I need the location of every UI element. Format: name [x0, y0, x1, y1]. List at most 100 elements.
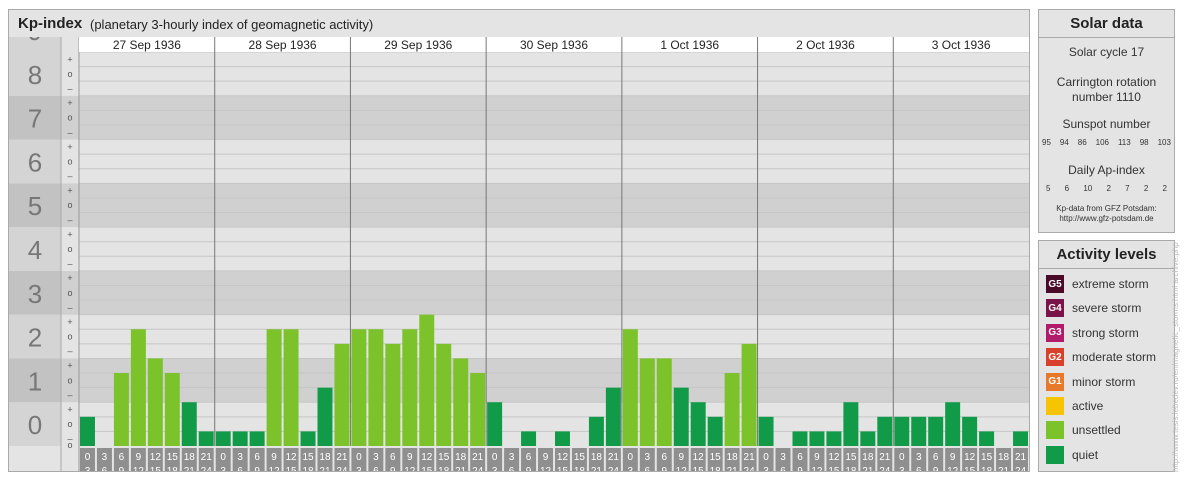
sunspot-value: 106	[1095, 138, 1109, 147]
kp-bar	[622, 329, 638, 446]
interval-start: 3	[509, 452, 515, 463]
interval-start: 18	[862, 452, 874, 463]
kp-bar	[368, 329, 384, 446]
interval-end: 18	[981, 466, 993, 471]
kp-bar	[690, 402, 706, 446]
y-tick-label: 3	[28, 279, 42, 309]
interval-start: 21	[744, 452, 756, 463]
watermark: http://www.tesis.lebedev.ru/en/magnetic_…	[1171, 242, 1180, 472]
interval-end: 6	[916, 466, 922, 471]
y-tick-label: 6	[28, 147, 42, 177]
kp-bar	[605, 387, 621, 446]
interval-start: 6	[119, 452, 125, 463]
kp-bar	[673, 387, 689, 446]
chart-subtitle: (planetary 3-hourly index of geomagnetic…	[90, 17, 374, 32]
kp-bar	[266, 329, 282, 446]
interval-start: 9	[814, 452, 820, 463]
interval-start: 18	[727, 452, 739, 463]
kp-bar	[877, 416, 893, 446]
interval-start: 15	[981, 452, 993, 463]
interval-end: 24	[744, 466, 756, 471]
minor-mark: –	[67, 215, 72, 225]
interval-start: 0	[356, 452, 362, 463]
interval-start: 21	[201, 452, 213, 463]
kp-bar	[1013, 431, 1028, 446]
interval-end: 6	[373, 466, 379, 471]
interval-start: 6	[797, 452, 803, 463]
kp-bar	[317, 387, 333, 446]
interval-end: 12	[540, 466, 552, 471]
kp-band	[61, 270, 1029, 315]
activity-level-active: active	[1046, 396, 1103, 416]
day-label: 29 Sep 1936	[384, 38, 452, 52]
y-tick-label: 9	[28, 37, 42, 46]
ap-value: 7	[1125, 184, 1130, 193]
minor-mark: +	[67, 229, 72, 239]
interval-start: 15	[438, 452, 450, 463]
interval-start: 3	[237, 452, 243, 463]
interval-end: 15	[964, 466, 976, 471]
interval-end: 9	[526, 466, 532, 471]
interval-end: 24	[336, 466, 348, 471]
interval-start: 6	[933, 452, 939, 463]
level-label: strong storm	[1072, 325, 1139, 340]
interval-start: 21	[336, 452, 348, 463]
level-swatch: G2	[1046, 348, 1064, 367]
interval-end: 21	[727, 466, 739, 471]
interval-start: 21	[879, 452, 891, 463]
interval-end: 6	[237, 466, 243, 471]
kp-bar	[809, 431, 825, 446]
minor-mark: +	[67, 405, 72, 415]
ap-numbers: 5 6 10 2 7 2 2	[1046, 184, 1167, 193]
interval-end: 21	[998, 466, 1010, 471]
kp-bar	[300, 431, 316, 446]
interval-end: 21	[455, 466, 467, 471]
interval-start: 9	[678, 452, 684, 463]
kp-bar-chart: 0123456789–o+–o+–o+–o+–o+–o+–o+–o+–o+o27…	[9, 37, 1029, 471]
interval-end: 12	[404, 466, 416, 471]
interval-end: 24	[1015, 466, 1027, 471]
y-tick-label: 4	[28, 235, 42, 265]
level-label: extreme storm	[1072, 277, 1149, 291]
kp-bar	[470, 373, 486, 446]
y-tick-label: 7	[28, 104, 42, 134]
interval-end: 9	[933, 466, 939, 471]
credit-line-2: http://www.gfz-potsdam.de	[1059, 214, 1154, 223]
interval-start: 21	[1015, 452, 1027, 463]
kp-band	[61, 314, 1029, 359]
interval-end: 6	[102, 466, 108, 471]
kp-bar	[436, 343, 452, 446]
solar-data-title: Solar data	[1039, 10, 1174, 38]
interval-end: 21	[319, 466, 331, 471]
interval-end: 15	[693, 466, 705, 471]
interval-start: 0	[899, 452, 905, 463]
ap-label: Daily Ap-index	[1068, 163, 1145, 177]
interval-end: 3	[763, 466, 769, 471]
kp-bar	[707, 416, 723, 446]
interval-end: 24	[608, 466, 620, 471]
interval-end: 18	[438, 466, 450, 471]
activity-level-extreme-storm: G5 extreme storm	[1046, 274, 1149, 294]
interval-start: 9	[136, 452, 142, 463]
kp-bar	[894, 416, 910, 446]
interval-start: 18	[319, 452, 331, 463]
kp-bar	[215, 431, 231, 446]
kp-band	[61, 227, 1029, 271]
day-label: 1 Oct 1936	[660, 38, 719, 52]
y-tick-label: 8	[28, 60, 42, 90]
sunspot-value: 113	[1117, 138, 1131, 147]
interval-start: 3	[645, 452, 651, 463]
kp-bar	[928, 416, 944, 446]
level-label: severe storm	[1072, 301, 1142, 316]
level-swatch: G3	[1046, 323, 1064, 342]
interval-start: 18	[998, 452, 1010, 463]
minor-mark: –	[67, 259, 72, 269]
minor-mark: –	[67, 390, 72, 400]
minor-mark: –	[67, 171, 72, 181]
day-label: 28 Sep 1936	[249, 38, 317, 52]
ap-value: 2	[1106, 184, 1111, 193]
interval-end: 6	[780, 466, 786, 471]
interval-start: 0	[85, 452, 91, 463]
interval-end: 12	[676, 466, 688, 471]
kp-bar	[453, 358, 469, 446]
